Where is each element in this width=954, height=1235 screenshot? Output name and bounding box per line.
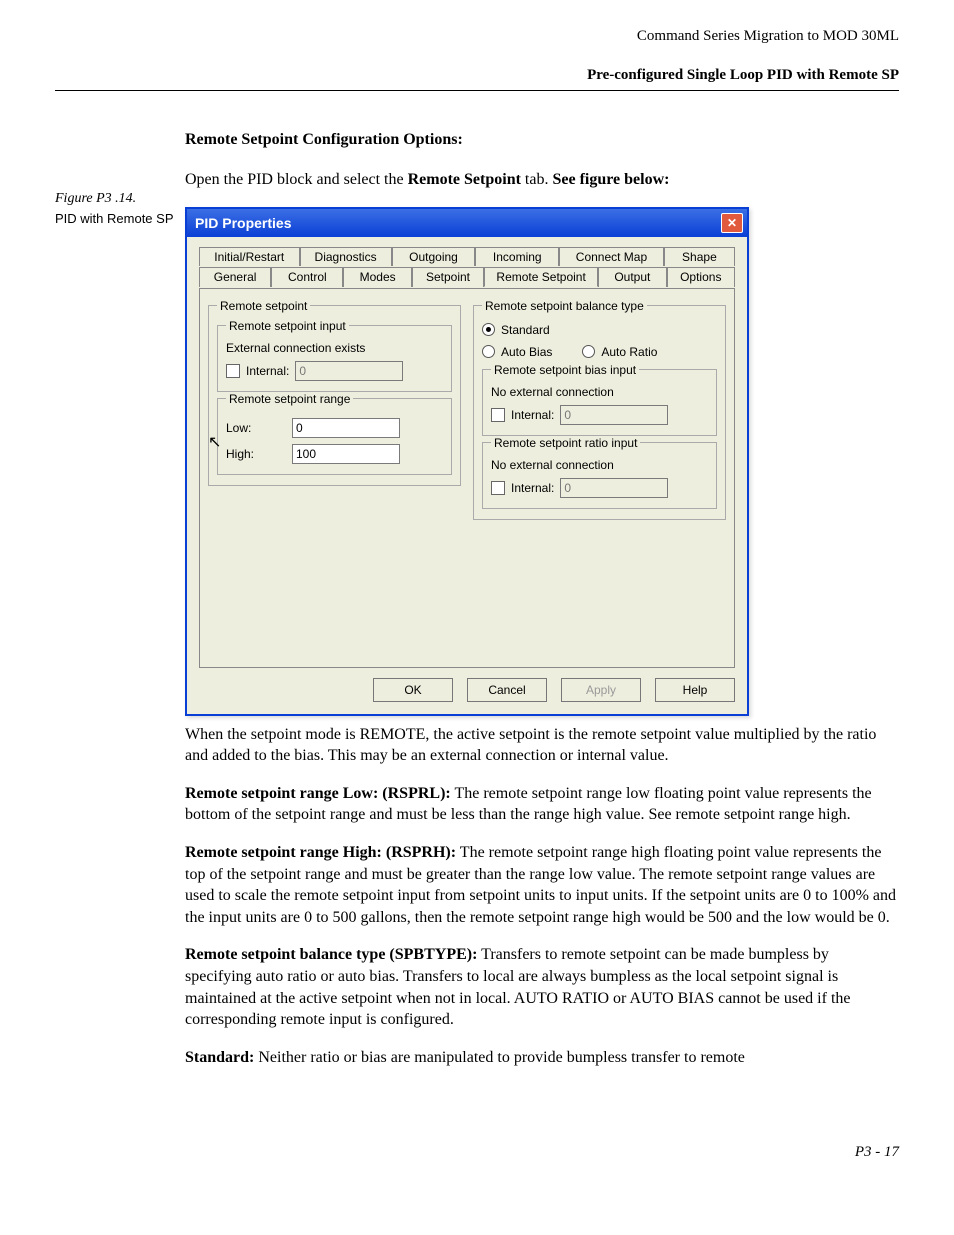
config-heading: Remote Setpoint Configuration Options:	[185, 131, 899, 149]
remote-setpoint-range-group: Remote setpoint range Low: ↖ High:	[217, 392, 452, 475]
section-header: Pre-configured Single Loop PID with Remo…	[55, 67, 899, 84]
bias-input-group: Remote setpoint bias input No external c…	[482, 363, 717, 436]
tab-shape[interactable]: Shape	[664, 247, 735, 266]
standard-label: Standard	[501, 323, 550, 337]
help-button[interactable]: Help	[655, 678, 735, 702]
bias-internal-field[interactable]	[560, 405, 668, 425]
remote-setpoint-input-group: Remote setpoint input External connectio…	[217, 319, 452, 392]
tab-initial-restart[interactable]: Initial/Restart	[199, 247, 300, 266]
page-number: P3 - 17	[55, 1144, 899, 1161]
tab-diagnostics[interactable]: Diagnostics	[300, 247, 392, 266]
tab-setpoint[interactable]: Setpoint	[412, 267, 484, 287]
remote-setpoint-group: Remote setpoint Remote setpoint input Ex…	[208, 299, 461, 486]
p2-bold: Remote setpoint range Low: (RSPRL):	[185, 785, 451, 802]
ratio-input-legend: Remote setpoint ratio input	[491, 436, 640, 450]
pid-properties-dialog: PID Properties ✕ Initial/Restart Diagnos…	[185, 207, 749, 716]
balance-type-legend: Remote setpoint balance type	[482, 299, 647, 313]
range-legend: Remote setpoint range	[226, 392, 353, 406]
autoratio-label: Auto Ratio	[601, 345, 657, 359]
p3-bold: Remote setpoint range High: (RSPRH):	[185, 844, 456, 861]
autobias-label: Auto Bias	[501, 345, 552, 359]
remote-setpoint-legend: Remote setpoint	[217, 299, 310, 313]
bias-internal-checkbox[interactable]	[491, 408, 505, 422]
radio-auto-bias[interactable]	[482, 345, 495, 358]
tab-incoming[interactable]: Incoming	[475, 247, 559, 266]
tab-general[interactable]: General	[199, 267, 271, 287]
cancel-button[interactable]: Cancel	[467, 678, 547, 702]
radio-standard[interactable]	[482, 323, 495, 336]
paragraph-5: Standard: Neither ratio or bias are mani…	[185, 1047, 899, 1069]
ratio-noext-text: No external connection	[491, 458, 708, 472]
intro-a: Open the PID block and select the	[185, 171, 408, 188]
intro-line: Open the PID block and select the Remote…	[185, 169, 899, 191]
ratio-input-group: Remote setpoint ratio input No external …	[482, 436, 717, 509]
tab-options[interactable]: Options	[667, 267, 735, 287]
p4-bold: Remote setpoint balance type (SPBTYPE):	[185, 946, 477, 963]
ratio-internal-checkbox[interactable]	[491, 481, 505, 495]
tab-modes[interactable]: Modes	[343, 267, 411, 287]
p5-text: Neither ratio or bias are manipulated to…	[254, 1049, 745, 1066]
p5-bold: Standard:	[185, 1049, 254, 1066]
tab-control[interactable]: Control	[271, 267, 343, 287]
paragraph-4: Remote setpoint balance type (SPBTYPE): …	[185, 944, 899, 1030]
apply-button[interactable]: Apply	[561, 678, 641, 702]
ratio-internal-field[interactable]	[560, 478, 668, 498]
paragraph-2: Remote setpoint range Low: (RSPRL): The …	[185, 783, 899, 826]
close-icon[interactable]: ✕	[721, 213, 743, 233]
intro-b: Remote Setpoint	[408, 171, 521, 188]
paragraph-3: Remote setpoint range High: (RSPRH): The…	[185, 842, 899, 928]
figure-label: Figure P3 .14.	[55, 191, 185, 207]
doc-title: Command Series Migration to MOD 30ML	[55, 28, 899, 45]
tab-output[interactable]: Output	[598, 267, 666, 287]
radio-auto-ratio[interactable]	[582, 345, 595, 358]
paragraph-1: When the setpoint mode is REMOTE, the ac…	[185, 724, 899, 767]
bias-noext-text: No external connection	[491, 385, 708, 399]
ok-button[interactable]: OK	[373, 678, 453, 702]
dialog-title: PID Properties	[195, 215, 721, 231]
internal-field[interactable]	[295, 361, 403, 381]
ratio-internal-label: Internal:	[511, 481, 554, 495]
tab-connect-map[interactable]: Connect Map	[559, 247, 664, 266]
remote-setpoint-input-legend: Remote setpoint input	[226, 319, 349, 333]
intro-c: tab.	[521, 171, 549, 188]
internal-checkbox[interactable]	[226, 364, 240, 378]
divider	[55, 90, 899, 91]
bias-internal-label: Internal:	[511, 408, 554, 422]
intro-d: See figure below:	[548, 171, 669, 188]
figure-description: PID with Remote SP	[55, 211, 185, 226]
tab-remote-setpoint[interactable]: Remote Setpoint	[484, 267, 598, 287]
external-connection-text: External connection exists	[226, 341, 443, 355]
cursor-icon: ↖	[208, 432, 457, 452]
internal-label: Internal:	[246, 364, 289, 378]
balance-type-group: Remote setpoint balance type Standard Au…	[473, 299, 726, 520]
bias-input-legend: Remote setpoint bias input	[491, 363, 639, 377]
titlebar: PID Properties ✕	[187, 209, 747, 237]
tab-outgoing[interactable]: Outgoing	[392, 247, 476, 266]
